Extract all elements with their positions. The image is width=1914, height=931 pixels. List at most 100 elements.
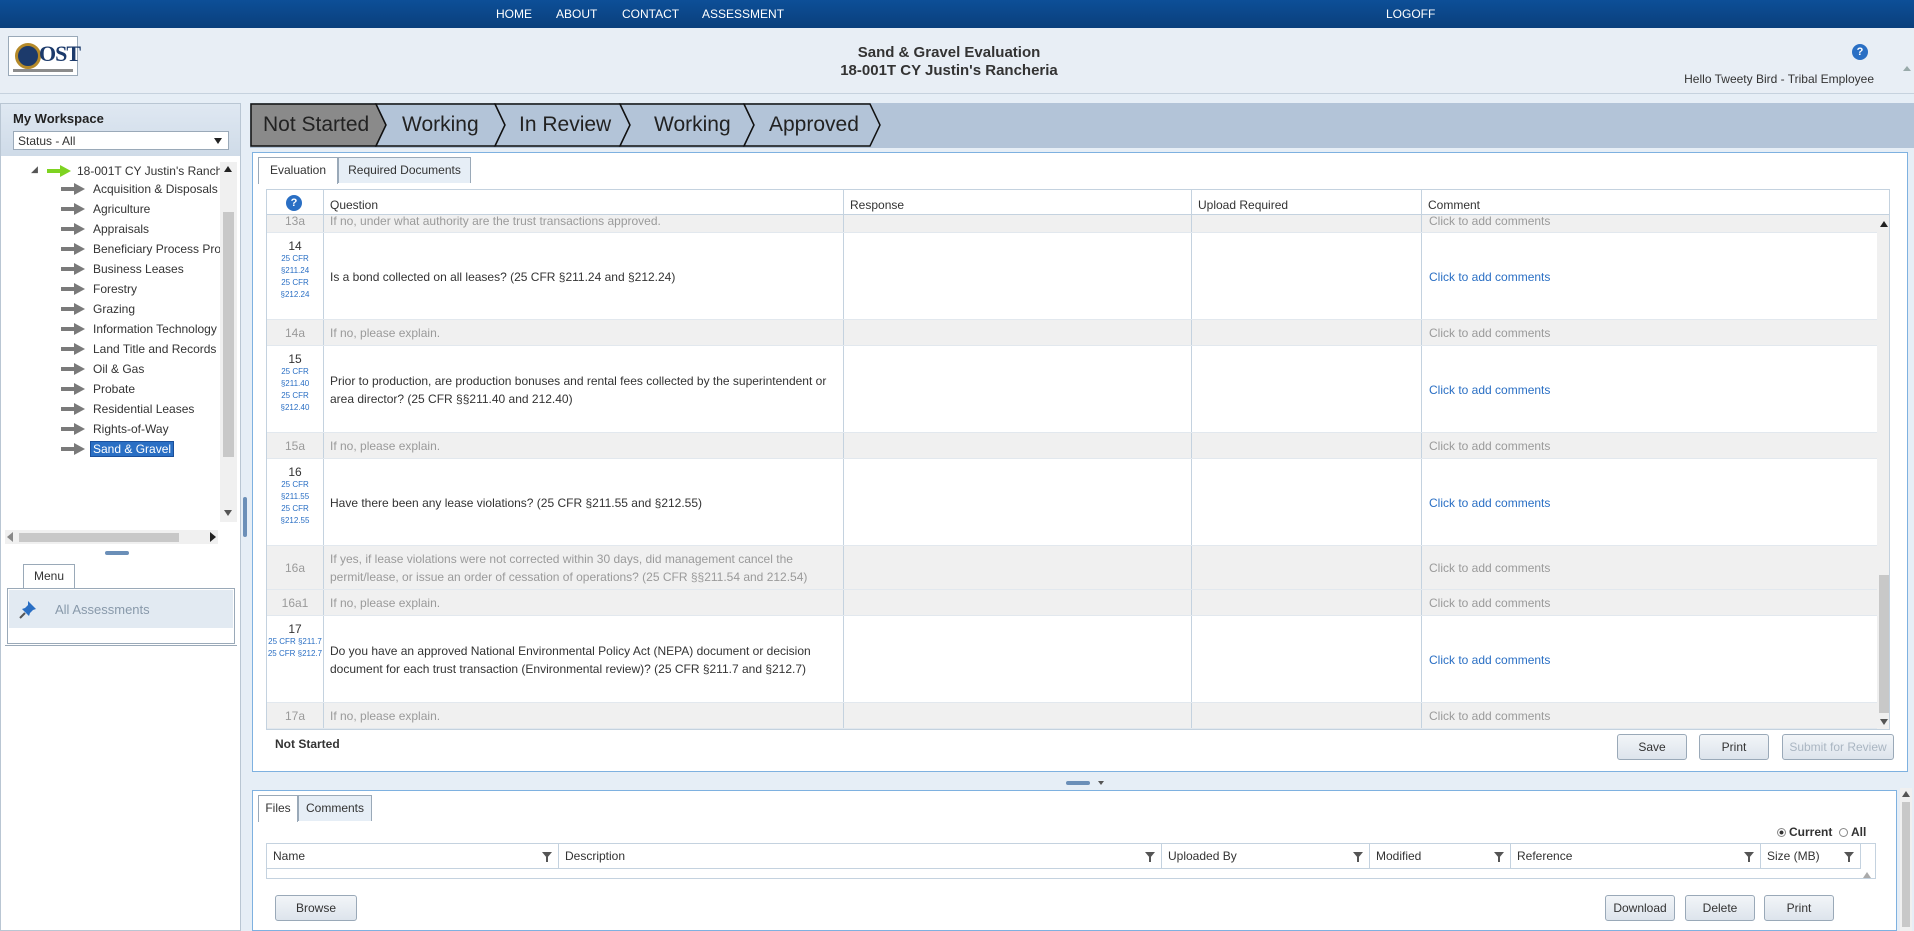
response-cell[interactable] (844, 320, 1192, 345)
response-cell[interactable] (844, 703, 1192, 728)
cfr-reference-link[interactable]: 25 CFR §211.24 (267, 253, 323, 277)
comment-cell[interactable]: Click to add comments (1422, 459, 1877, 545)
page-vertical-scrollbar[interactable] (1900, 788, 1912, 931)
grid-vertical-scrollbar[interactable] (1877, 215, 1889, 729)
tab-files[interactable]: Files (258, 795, 298, 822)
filter-icon[interactable] (1744, 852, 1754, 862)
comment-cell[interactable]: Click to add comments (1422, 233, 1877, 319)
comment-cell[interactable]: Click to add comments (1422, 215, 1877, 232)
comment-cell[interactable]: Click to add comments (1422, 433, 1877, 458)
tab-comments[interactable]: Comments (298, 795, 372, 821)
help-column-header: ? (267, 190, 324, 215)
logoff-link[interactable]: LOGOFF (1386, 7, 1435, 21)
download-button[interactable]: Download (1605, 895, 1675, 921)
size-column-header[interactable]: Size (MB) (1761, 844, 1861, 869)
modified-column-header[interactable]: Modified (1370, 844, 1511, 869)
reference-column-header[interactable]: Reference (1511, 844, 1761, 869)
workflow-step-not-started[interactable]: Not Started (263, 103, 369, 146)
collapse-icon[interactable]: ◢ (31, 164, 38, 175)
upload-required-cell (1192, 703, 1422, 728)
files-panel: Files Comments Current All Name Descript… (252, 790, 1897, 931)
add-comment-link[interactable]: Click to add comments (1429, 561, 1550, 575)
filter-icon[interactable] (1145, 852, 1155, 862)
comment-cell[interactable]: Click to add comments (1422, 590, 1877, 615)
submit-for-review-button[interactable]: Submit for Review (1782, 734, 1894, 760)
save-button[interactable]: Save (1617, 734, 1687, 760)
number-cell: 15a (267, 433, 324, 458)
workflow-step-in-review[interactable]: In Review (519, 103, 611, 146)
upload-required-column-header[interactable]: Upload Required (1192, 190, 1422, 215)
name-column-header[interactable]: Name (267, 844, 559, 869)
browse-button[interactable]: Browse (275, 895, 357, 921)
response-cell[interactable] (844, 433, 1192, 458)
files-scroll-up-icon[interactable] (1863, 872, 1871, 878)
tree-item-label: Business Leases (93, 262, 184, 276)
grid-header: ? Question Response Upload Required Comm… (267, 190, 1889, 215)
all-assessments-item[interactable]: All Assessments (9, 590, 233, 628)
add-comment-link[interactable]: Click to add comments (1429, 270, 1550, 284)
add-comment-link[interactable]: Click to add comments (1429, 383, 1550, 397)
horizontal-split-handle[interactable] (1066, 781, 1090, 785)
comment-cell[interactable]: Click to add comments (1422, 346, 1877, 432)
cfr-reference-link[interactable]: 25 CFR §211.40 (267, 366, 323, 390)
workflow-step-working[interactable]: Working (402, 103, 479, 146)
response-column-header[interactable]: Response (844, 190, 1192, 215)
nav-assessment-link[interactable]: ASSESSMENT (702, 7, 784, 21)
comment-cell[interactable]: Click to add comments (1422, 616, 1877, 702)
response-cell[interactable] (844, 215, 1192, 232)
tree-horizontal-scrollbar[interactable] (5, 530, 218, 544)
filter-icon[interactable] (1353, 852, 1363, 862)
add-comment-link[interactable]: Click to add comments (1429, 326, 1550, 340)
comment-column-header[interactable]: Comment (1422, 190, 1889, 215)
workflow-step-working-2[interactable]: Working (654, 103, 731, 146)
response-cell[interactable] (844, 546, 1192, 589)
files-print-button[interactable]: Print (1764, 895, 1834, 921)
cfr-reference-link[interactable]: 25 CFR §211.7 (267, 636, 323, 648)
vertical-split-handle[interactable] (243, 497, 247, 537)
tab-menu[interactable]: Menu (23, 564, 75, 588)
cfr-reference-link[interactable]: 25 CFR §211.55 (267, 479, 323, 503)
tree-vertical-scrollbar[interactable] (220, 162, 237, 522)
response-cell[interactable] (844, 459, 1192, 545)
workflow-step-approved[interactable]: Approved (769, 103, 859, 146)
table-row: 17 25 CFR §211.7 25 CFR §212.7 Do you have … (267, 616, 1877, 703)
add-comment-link[interactable]: Click to add comments (1429, 439, 1550, 453)
cfr-reference-link[interactable]: 25 CFR §212.40 (267, 390, 323, 414)
filter-icon[interactable] (1494, 852, 1504, 862)
comment-cell[interactable]: Click to add comments (1422, 546, 1877, 589)
delete-button[interactable]: Delete (1685, 895, 1755, 921)
add-comment-link[interactable]: Click to add comments (1429, 596, 1550, 610)
add-comment-link[interactable]: Click to add comments (1429, 653, 1550, 667)
add-comment-link[interactable]: Click to add comments (1429, 496, 1550, 510)
add-comment-link[interactable]: Click to add comments (1429, 215, 1550, 228)
radio-all[interactable]: All (1839, 825, 1866, 839)
help-icon[interactable]: ? (286, 195, 302, 211)
add-comment-link[interactable]: Click to add comments (1429, 709, 1550, 723)
response-cell[interactable] (844, 346, 1192, 432)
status-filter-select[interactable]: Status - All (13, 131, 229, 150)
question-column-header[interactable]: Question (324, 190, 844, 215)
filter-icon[interactable] (1844, 852, 1854, 862)
nav-about-link[interactable]: ABOUT (556, 7, 597, 21)
comment-cell[interactable]: Click to add comments (1422, 703, 1877, 728)
description-column-header[interactable]: Description (559, 844, 1162, 869)
panel-split-handle[interactable] (105, 551, 129, 555)
collapse-arrow-icon[interactable] (1098, 781, 1104, 785)
tab-required-documents[interactable]: Required Documents (338, 157, 471, 183)
radio-current[interactable]: Current (1777, 825, 1832, 839)
help-icon[interactable]: ? (1852, 44, 1868, 60)
uploaded-by-column-header[interactable]: Uploaded By (1162, 844, 1370, 869)
comment-cell[interactable]: Click to add comments (1422, 320, 1877, 345)
cfr-reference-link[interactable]: 25 CFR §212.7 (267, 648, 323, 660)
print-button[interactable]: Print (1699, 734, 1769, 760)
cfr-reference-link[interactable]: 25 CFR §212.55 (267, 503, 323, 527)
nav-contact-link[interactable]: CONTACT (622, 7, 679, 21)
response-cell[interactable] (844, 616, 1192, 702)
response-cell[interactable] (844, 590, 1192, 615)
filter-icon[interactable] (542, 852, 552, 862)
response-cell[interactable] (844, 233, 1192, 319)
cfr-reference-link[interactable]: 25 CFR §212.24 (267, 277, 323, 301)
nav-home-link[interactable]: HOME (496, 7, 532, 21)
question-cell: If yes, if lease violations were not cor… (324, 546, 844, 589)
tab-evaluation[interactable]: Evaluation (258, 157, 338, 184)
